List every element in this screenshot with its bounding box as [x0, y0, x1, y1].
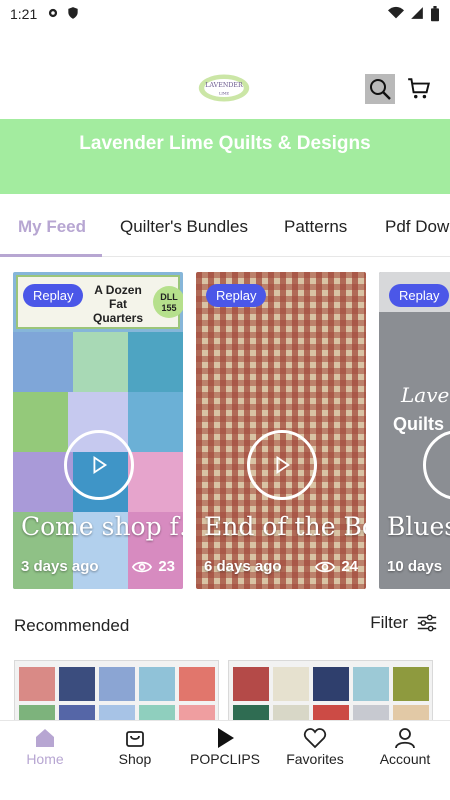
tab-my-feed[interactable]: My Feed	[18, 217, 86, 237]
tab-pdf-downloads[interactable]: Pdf Dow	[385, 217, 449, 237]
play-button[interactable]	[247, 430, 317, 500]
card-age: 10 days	[387, 558, 443, 575]
card-age: 3 days ago	[21, 558, 99, 575]
filter-label: Filter	[370, 613, 408, 632]
eye-icon	[132, 561, 153, 572]
svg-text:LAVENDER: LAVENDER	[205, 82, 243, 89]
replay-badge: Replay	[206, 284, 267, 307]
product-card-2[interactable]	[228, 660, 433, 722]
recommended-label: Recommended	[14, 616, 130, 635]
feed-card-1[interactable]: A Dozen Fat Quarters DLL 155 Replay Come…	[13, 272, 183, 589]
product-thumbnail	[229, 661, 432, 722]
svg-text:Quilts: Quilts	[393, 414, 444, 434]
battery-status-icon	[431, 6, 439, 22]
play-button[interactable]	[64, 430, 134, 500]
active-tab-indicator	[0, 254, 102, 257]
person-icon	[395, 728, 415, 749]
card-title: End of the Bo…	[204, 512, 366, 541]
views-count: 23	[158, 558, 175, 575]
replay-badge: Replay	[23, 284, 84, 307]
card-1-overlay-line3: Quarters	[93, 311, 143, 325]
card-title: Come shop f…	[21, 512, 183, 541]
feed-carousel[interactable]: A Dozen Fat Quarters DLL 155 Replay Come…	[0, 270, 450, 590]
nav-favorites[interactable]: Favorites	[270, 725, 360, 767]
tab-quilters-bundles[interactable]: Quilter's Bundles	[120, 217, 248, 237]
recommended-header: Recommended Filter	[0, 608, 450, 642]
nav-account-label: Account	[379, 751, 431, 767]
svg-text:LIME: LIME	[219, 91, 229, 95]
status-bar: 1:21	[0, 0, 450, 28]
card-age: 6 days ago	[204, 558, 282, 575]
views-count: 24	[341, 558, 358, 575]
svg-text:Laven: Laven	[400, 383, 450, 407]
svg-text:155: 155	[161, 303, 176, 313]
bottom-navigation: Home Shop POPCLIPS Favorites Account	[0, 720, 450, 775]
play-icon	[93, 455, 108, 475]
nav-favorites-label: Favorites	[286, 751, 344, 767]
card-views: 24	[315, 558, 358, 575]
nav-home-label: Home	[26, 751, 64, 767]
product-card-1[interactable]	[14, 660, 219, 722]
nav-shop[interactable]: Shop	[90, 725, 180, 767]
card-views: 23	[132, 558, 175, 575]
play-icon	[276, 455, 291, 475]
tab-bar: My Feed Quilter's Bundles Patterns Pdf D…	[0, 204, 450, 257]
heart-icon	[303, 728, 327, 749]
search-icon	[370, 79, 391, 100]
cart-button[interactable]	[404, 74, 434, 104]
store-banner: Lavender Lime Quilts & Designs	[0, 119, 450, 194]
feed-card-2[interactable]: Replay End of the Bo… 6 days ago 24	[196, 272, 366, 589]
filter-button[interactable]: Filter	[370, 612, 438, 634]
eye-icon	[315, 561, 336, 572]
play-icon	[218, 728, 234, 748]
tab-patterns[interactable]: Patterns	[284, 217, 347, 237]
shop-icon	[126, 731, 144, 747]
signal-status-icon	[411, 7, 423, 19]
settings-status-icon	[48, 8, 58, 18]
status-time: 1:21	[10, 6, 38, 22]
cart-icon	[408, 78, 430, 99]
nav-account[interactable]: Account	[360, 725, 450, 767]
gesture-area	[0, 774, 450, 800]
replay-badge: Replay	[389, 284, 450, 307]
brand-logo[interactable]: LAVENDER LIME	[196, 70, 252, 106]
card-1-overlay-line2: Fat	[109, 297, 127, 311]
search-button[interactable]	[365, 74, 395, 104]
product-thumbnail	[15, 661, 218, 722]
recommended-grid	[0, 660, 450, 722]
shield-status-icon	[68, 7, 78, 19]
nav-shop-label: Shop	[118, 751, 152, 767]
nav-popclips[interactable]: POPCLIPS	[180, 725, 270, 767]
nav-popclips-label: POPCLIPS	[189, 751, 261, 767]
nav-home[interactable]: Home	[0, 725, 90, 767]
card-3-thumbnail: Laven Quilts	[379, 272, 450, 589]
svg-text:DLL: DLL	[160, 292, 178, 302]
filter-sliders-icon	[417, 614, 437, 632]
wifi-status-icon	[388, 6, 404, 19]
home-icon	[36, 729, 54, 747]
feed-card-3[interactable]: Laven Quilts Replay Blues 10 days	[379, 272, 450, 589]
card-1-overlay-line1: A Dozen	[94, 283, 142, 297]
card-title: Blues	[387, 512, 450, 541]
banner-title: Lavender Lime Quilts & Designs	[79, 133, 371, 154]
